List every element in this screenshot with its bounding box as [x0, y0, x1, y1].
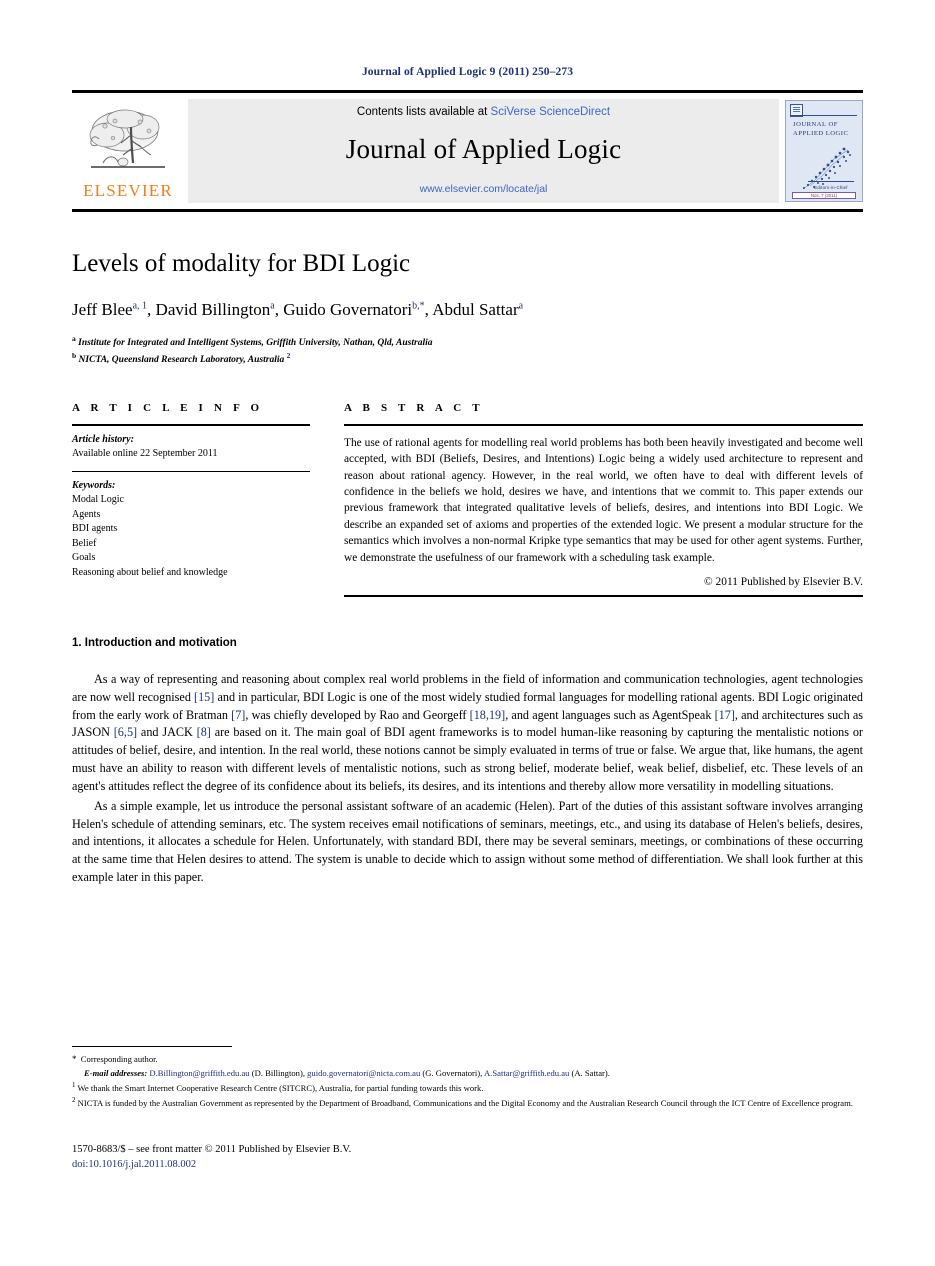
- author-marks: b,*: [412, 300, 425, 312]
- footnote-2-text: NICTA is funded by the Australian Govern…: [77, 1097, 853, 1108]
- citation-ref[interactable]: [6,5]: [114, 725, 137, 739]
- affiliation-text: Institute for Integrated and Intelligent…: [78, 338, 433, 348]
- footnote-corresponding-author: * Corresponding author.: [72, 1053, 863, 1067]
- contents-prefix-text: Contents lists available at: [356, 105, 491, 118]
- article-history-value: Available online 22 September 2011: [72, 448, 218, 460]
- keyword-item: Modal Logic: [72, 494, 124, 506]
- keywords-label: Keywords:: [72, 479, 116, 491]
- affiliation-item: b NICTA, Queensland Research Laboratory,…: [72, 350, 863, 367]
- citation-ref[interactable]: [15]: [194, 690, 214, 704]
- author-name: Jeff Blee: [72, 299, 133, 319]
- author-marks: a: [518, 300, 524, 312]
- running-head: Journal of Applied Logic 9 (2011) 250–27…: [361, 66, 574, 78]
- article-info-heading: A R T I C L E I N F O: [72, 401, 264, 414]
- footnotes-block: * Corresponding author. E-mail addresses…: [72, 1046, 863, 1110]
- email-owner: (D. Billington): [251, 1067, 303, 1078]
- contents-available-line: Contents lists available at SciVerse Sci…: [357, 106, 610, 118]
- affiliation-item: a Institute for Integrated and Intellige…: [72, 333, 863, 350]
- email-link[interactable]: A.Sattar@griffith.edu.au: [484, 1068, 569, 1078]
- citation-ref[interactable]: [8]: [197, 725, 211, 739]
- elsevier-tree-icon: [89, 109, 165, 168]
- cover-title-text: JOURNAL OF APPLIED LOGIC: [793, 121, 849, 137]
- author-marks: a: [270, 300, 275, 312]
- sciencedirect-banner: Contents lists available at SciVerse Sci…: [188, 99, 779, 203]
- author-entry: David Billingtona: [156, 300, 275, 319]
- elsevier-wordmark: ELSEVIER: [83, 181, 173, 200]
- journal-name: Journal of Applied Logic: [345, 133, 622, 164]
- email-addresses-label: E-mail addresses:: [84, 1067, 148, 1078]
- author-name: Guido Governatori: [283, 299, 413, 319]
- cover-top-rule: [791, 115, 857, 116]
- journal-masthead: ELSEVIER Contents lists available at Sci…: [72, 90, 863, 212]
- email-link[interactable]: guido.governatori@nicta.com.au: [307, 1068, 420, 1078]
- info-abstract-row: A R T I C L E I N F O Article history: A…: [72, 401, 863, 598]
- citation-ref[interactable]: [17]: [715, 708, 735, 722]
- footnote-1: 1 We thank the Smart Internet Cooperativ…: [72, 1080, 863, 1095]
- affiliation-list: a Institute for Integrated and Intellige…: [72, 333, 863, 368]
- author-entry: Abdul Sattara: [432, 300, 523, 319]
- keyword-item: Goals: [72, 552, 96, 564]
- journal-article-page: Journal of Applied Logic 9 (2011) 250–27…: [0, 0, 935, 1266]
- author-marks: a, 1: [132, 300, 148, 312]
- footnote-separator-rule: [72, 1046, 232, 1047]
- asterisk-icon: *: [72, 1054, 77, 1064]
- citation-ref[interactable]: [18,19]: [470, 708, 506, 722]
- body-paragraph-1: As a way of representing and reasoning a…: [72, 672, 863, 793]
- body-paragraph-2: As a simple example, let us introduce th…: [72, 798, 863, 884]
- cover-bottom-rule: [808, 181, 854, 182]
- journal-cover-thumbnail: JOURNAL OF APPLIED LOGIC Editors-in-Chie…: [785, 100, 863, 202]
- abstract-heading: A B S T R A C T: [344, 401, 484, 414]
- footnote-2: 2 NICTA is funded by the Australian Gove…: [72, 1095, 863, 1110]
- affiliation-mark: b: [72, 351, 77, 361]
- section-heading-introduction: 1. Introduction and motivation: [72, 637, 237, 650]
- footnote-2-mark: 2: [72, 1095, 76, 1104]
- sciencedirect-link[interactable]: SciVerse ScienceDirect: [491, 106, 611, 118]
- author-list: Jeff Bleea, 1, David Billingtona, Guido …: [72, 299, 524, 319]
- article-body: 1. Introduction and motivation As a way …: [72, 637, 863, 887]
- title-block: Levels of modality for BDI Logic Jeff Bl…: [72, 250, 863, 368]
- cover-issue-bar: Nos. 7 (2011): [792, 192, 856, 199]
- affiliation-text: NICTA, Queensland Research Laboratory, A…: [78, 355, 285, 366]
- article-title: Levels of modality for BDI Logic: [72, 250, 411, 277]
- cover-editors-text: Editors-in-Chief: [814, 185, 848, 190]
- author-name: Abdul Sattar: [432, 299, 519, 319]
- abstract-copyright: © 2011 Published by Elsevier B.V.: [704, 576, 863, 589]
- email-link[interactable]: D.Billington@griffith.edu.au: [149, 1068, 249, 1078]
- article-history-label: Article history:: [72, 433, 134, 445]
- affiliation-note-mark: 2: [286, 351, 291, 361]
- issn-front-matter-line: 1570-8683/$ – see front matter © 2011 Pu…: [72, 1144, 352, 1155]
- footer-block: 1570-8683/$ – see front matter © 2011 Pu…: [72, 1142, 351, 1172]
- email-owner: (G. Governatori): [422, 1067, 481, 1078]
- abstract-text: The use of rational agents for modelling…: [344, 436, 863, 564]
- article-history-block: Article history: Available online 22 Sep…: [72, 426, 310, 471]
- footnote-1-text: We thank the Smart Internet Cooperative …: [77, 1082, 484, 1093]
- keyword-item: BDI agents: [72, 523, 118, 535]
- author-entry: Jeff Bleea, 1: [72, 300, 147, 319]
- elsevier-logo: ELSEVIER: [72, 93, 184, 209]
- keywords-block: Keywords: Modal Logic Agents BDI agents …: [72, 472, 310, 590]
- email-owner: (A. Sattar): [571, 1067, 608, 1078]
- abstract-column: A B S T R A C T The use of rational agen…: [344, 401, 863, 598]
- author-name: David Billington: [155, 299, 271, 319]
- author-entry: Guido Governatorib,*: [283, 300, 424, 319]
- footnote-emails: E-mail addresses: D.Billington@griffith.…: [84, 1067, 610, 1078]
- journal-homepage-url[interactable]: www.elsevier.com/locate/jal: [420, 183, 548, 195]
- article-info-column: A R T I C L E I N F O Article history: A…: [72, 402, 310, 597]
- doi-link[interactable]: doi:10.1016/j.jal.2011.08.002: [72, 1157, 351, 1172]
- keyword-item: Belief: [72, 537, 97, 549]
- corresponding-author-text: Corresponding author.: [80, 1054, 158, 1064]
- citation-ref[interactable]: [7]: [231, 708, 245, 722]
- keyword-item: Agents: [72, 508, 101, 520]
- affiliation-mark: a: [72, 333, 76, 343]
- keyword-item: Reasoning about belief and knowledge: [72, 566, 228, 578]
- abstract-bottom-rule: [344, 595, 863, 598]
- footnote-1-mark: 1: [72, 1080, 76, 1089]
